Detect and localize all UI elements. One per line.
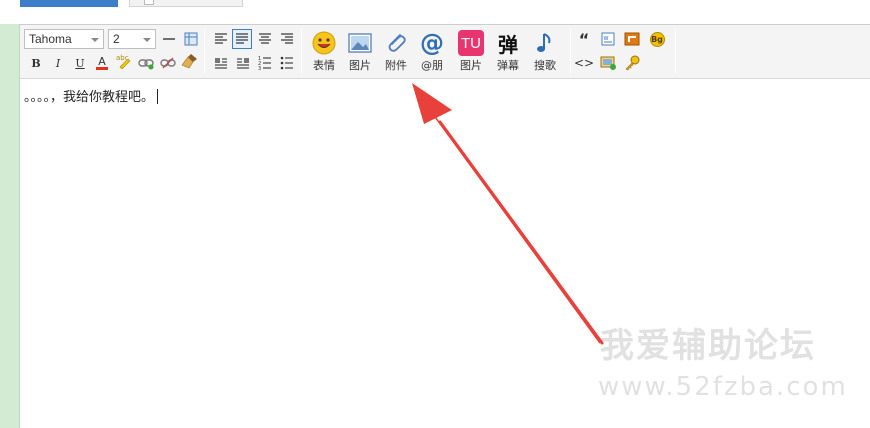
float-left-button[interactable] (212, 54, 230, 72)
music-note-icon (531, 29, 559, 57)
font-size-value: 2 (113, 32, 120, 46)
at-icon: @ (420, 29, 444, 57)
font-family-select[interactable]: Tahoma (24, 29, 104, 49)
flash-button[interactable] (623, 30, 641, 48)
editor-toolbar: Tahoma 2 B I U A abc 1 2 3 表情 图片 附件 @ @朋… (20, 25, 870, 79)
horizontal-rule-icon (163, 38, 175, 40)
chevron-down-icon (143, 38, 151, 42)
editor-text: 。。。。，我给你教程吧。 (24, 90, 155, 105)
insert-link-button[interactable] (137, 54, 155, 72)
clear-format-button[interactable] (181, 52, 199, 70)
bold-icon: B (31, 56, 41, 70)
paperclip-icon (382, 29, 410, 57)
tu-image-label: 图片 (460, 59, 482, 72)
quote-icon: “ (578, 29, 590, 49)
table-button[interactable] (182, 30, 200, 48)
underline-button[interactable]: U (71, 54, 89, 72)
align-center-button[interactable] (256, 30, 274, 48)
media-icon (624, 32, 640, 46)
align-left-icon (215, 33, 227, 44)
dan-icon: 弹 (498, 32, 518, 57)
smiley-icon (310, 29, 338, 57)
align-left-button[interactable] (212, 30, 230, 48)
font-size-select[interactable]: 2 (108, 29, 156, 49)
image-button[interactable]: 图片 (342, 29, 378, 75)
link-icon (138, 59, 154, 70)
align-center-icon (259, 33, 271, 44)
key-icon (625, 55, 640, 71)
horizontal-rule-button[interactable] (160, 30, 178, 48)
align-justify-button[interactable] (232, 29, 252, 49)
rich-text-editor: Tahoma 2 B I U A abc 1 2 3 表情 图片 附件 @ @朋… (20, 24, 870, 428)
table-icon (184, 32, 198, 46)
align-justify-icon (236, 33, 248, 44)
watermark-title: 我爱辅助论坛 (600, 326, 816, 366)
background-button[interactable]: Bg (648, 30, 666, 48)
toolbar-separator (204, 29, 205, 73)
brush-icon (181, 54, 197, 69)
float-left-icon (215, 58, 227, 69)
font-family-value: Tahoma (29, 32, 72, 46)
unlink-icon (160, 57, 176, 69)
float-right-button[interactable] (234, 54, 252, 72)
bg-icon: Bg (649, 31, 665, 47)
toolbar-separator (675, 29, 676, 73)
tu-image-button[interactable]: TU 图片 (453, 29, 489, 75)
watermark-url: www.52fzba.com (598, 372, 848, 402)
image-label: 图片 (349, 59, 371, 72)
image-icon (346, 29, 374, 57)
word-paste-button[interactable]: W (599, 30, 617, 48)
free-button[interactable] (599, 54, 617, 72)
image-add-icon (600, 56, 616, 70)
search-song-label: 搜歌 (534, 59, 556, 72)
chevron-down-icon (91, 38, 99, 42)
text-caret (157, 89, 159, 104)
italic-icon: I (55, 56, 61, 70)
font-color-icon: A (96, 56, 108, 70)
float-right-icon (237, 58, 249, 69)
font-color-button[interactable]: A (93, 54, 111, 72)
unordered-list-button[interactable] (278, 54, 296, 72)
svg-text:W: W (604, 36, 609, 42)
italic-button[interactable]: I (49, 54, 67, 72)
toolbar-separator (570, 29, 571, 73)
code-button[interactable]: <> (573, 54, 595, 72)
quote-button[interactable]: “ (575, 29, 593, 49)
toolbar-separator (301, 29, 302, 73)
tu-icon: TU (457, 29, 485, 57)
svg-text:3: 3 (258, 66, 261, 70)
unordered-list-icon (280, 56, 293, 70)
emoji-button[interactable]: 表情 (306, 29, 342, 75)
bold-button[interactable]: B (27, 54, 45, 72)
word-document-icon: W (601, 32, 615, 46)
emoji-label: 表情 (313, 59, 335, 72)
mention-label: @朋 (421, 59, 443, 72)
highlighter-icon: abc (116, 54, 131, 69)
ordered-list-icon: 123 (258, 56, 271, 70)
hide-content-button[interactable] (623, 54, 641, 72)
code-icon: <> (573, 56, 595, 70)
attachment-label: 附件 (385, 59, 407, 72)
left-side-strip (0, 24, 20, 428)
document-icon (144, 0, 154, 5)
align-right-icon (281, 33, 293, 44)
underline-icon: U (75, 56, 85, 70)
align-right-button[interactable] (278, 30, 296, 48)
background-color-button[interactable]: abc (115, 52, 133, 70)
inactive-tab[interactable] (129, 0, 243, 7)
active-tab[interactable] (20, 0, 118, 7)
attachment-button[interactable]: 附件 (378, 29, 414, 75)
danmaku-button[interactable]: 弹 弹幕 (490, 29, 526, 75)
unlink-button[interactable] (159, 54, 177, 72)
search-song-button[interactable]: 搜歌 (527, 29, 563, 75)
ordered-list-button[interactable]: 123 (256, 54, 274, 72)
mention-button[interactable]: @ @朋 (414, 29, 450, 75)
danmaku-label: 弹幕 (497, 59, 519, 72)
